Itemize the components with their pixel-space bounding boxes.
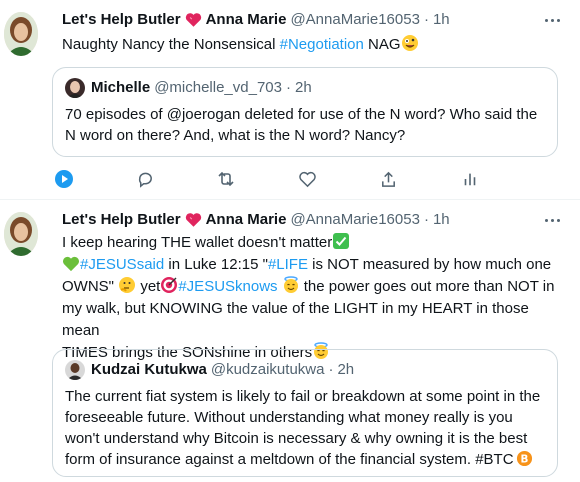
separator-dot: ·	[328, 361, 334, 378]
tweet-line: I keep hearing THE wallet doesn't matter	[62, 232, 564, 254]
separator-dot: ·	[423, 211, 429, 228]
quoted-avatar	[65, 360, 85, 380]
zany-face-emoji-icon	[401, 35, 418, 51]
quoted-timestamp: 2h	[295, 79, 312, 96]
timestamp[interactable]: 1h	[433, 210, 450, 230]
share-icon[interactable]	[377, 167, 401, 191]
tweet-line: my walk, but KNOWING the value of the LI…	[62, 300, 529, 339]
tweet-text-part: I keep hearing THE wallet doesn't matter	[62, 234, 333, 251]
avatar[interactable]	[4, 212, 38, 256]
user-handle[interactable]: @AnnaMarie16053	[290, 210, 419, 230]
quoted-tweet-text: 70 episodes of @joerogan deleted for use…	[65, 106, 538, 144]
check-mark-emoji-icon	[333, 233, 350, 249]
quoted-handle: @kudzaikutukwa	[210, 361, 325, 378]
tweet-text-part: Naughty Nancy the Nonsensical	[62, 36, 280, 53]
hashtag-link[interactable]: #JESUSsaid	[80, 256, 164, 273]
quoted-hashtag: #BTC	[475, 451, 514, 468]
thinking-face-emoji-icon	[119, 277, 136, 293]
tweet-text-part: the power goes out more than NOT in	[299, 278, 555, 295]
tweet-line: #JESUSsaid in Luke 12:15 "#LIFE is NOT m…	[62, 254, 564, 276]
reply-icon[interactable]	[133, 167, 157, 191]
tweet-text-part: is NOT measured by how much one	[307, 256, 552, 273]
quoted-tweet-text: The current fiat system is likely to fai…	[65, 386, 545, 470]
analytics-icon[interactable]	[458, 167, 482, 191]
quoted-avatar	[65, 78, 85, 98]
green-heart-emoji-icon	[63, 256, 79, 272]
retweet-icon[interactable]	[214, 167, 238, 191]
tweet-header: Let's Help Butler Anna Marie @AnnaMarie1…	[62, 10, 564, 30]
display-name[interactable]: Let's Help Butler	[62, 10, 181, 30]
bitcoin-icon: B	[516, 450, 532, 467]
quoted-display-name: Michelle	[91, 79, 151, 96]
heart-emoji-icon	[185, 13, 201, 27]
quoted-text-part: The current fiat system is likely to fai…	[65, 388, 541, 468]
display-name-2[interactable]: Anna Marie	[206, 210, 287, 230]
avatar[interactable]	[4, 12, 38, 56]
tweet-header: Let's Help Butler Anna Marie @AnnaMarie1…	[62, 210, 564, 230]
tweet-text: I keep hearing THE wallet doesn't matter…	[62, 232, 564, 364]
timestamp[interactable]: 1h	[433, 10, 450, 30]
tweet-actions	[52, 167, 482, 191]
user-handle[interactable]: @AnnaMarie16053	[290, 10, 419, 30]
hashtag-link[interactable]: #LIFE	[268, 256, 308, 273]
tweet-text-part: yet	[136, 278, 161, 295]
like-icon[interactable]	[296, 167, 320, 191]
quoted-tweet[interactable]: Kudzai Kutukwa @kudzaikutukwa · 2h The c…	[52, 349, 558, 477]
separator-dot: ·	[286, 79, 291, 96]
quoted-tweet[interactable]: Michelle @michelle_vd_703 · 2h 70 episod…	[52, 67, 558, 157]
hashtag-link[interactable]: #JESUSknows	[178, 278, 277, 295]
tweet-line: OWNS" yet #JESUSknows the power goes out …	[62, 276, 564, 298]
quoted-tweet-header: Michelle @michelle_vd_703 · 2h	[65, 78, 545, 98]
smiling-halo-emoji-icon	[283, 276, 298, 293]
hashtag-link[interactable]: #Negotiation	[280, 36, 364, 53]
play-icon[interactable]	[52, 167, 76, 191]
target-emoji-icon	[161, 277, 178, 293]
more-options-icon[interactable]	[540, 210, 564, 230]
quoted-handle: @michelle_vd_703	[154, 79, 282, 96]
quoted-tweet-header: Kudzai Kutukwa @kudzaikutukwa · 2h	[65, 360, 545, 380]
display-name-2[interactable]: Anna Marie	[206, 10, 287, 30]
tweet-text-part: NAG	[363, 36, 401, 53]
tweet-text-part: OWNS"	[62, 278, 119, 295]
separator-dot: ·	[423, 11, 429, 28]
tweet-text-part: in Luke 12:15 "	[164, 256, 268, 273]
tweet-text: Naughty Nancy the Nonsensical #Negotiati…	[62, 34, 564, 56]
quoted-timestamp: 2h	[337, 361, 355, 378]
quoted-display-name: Kudzai Kutukwa	[91, 361, 207, 378]
heart-emoji-icon	[185, 213, 201, 227]
display-name[interactable]: Let's Help Butler	[62, 210, 181, 230]
more-options-icon[interactable]	[540, 10, 564, 30]
svg-text:B: B	[520, 453, 528, 465]
